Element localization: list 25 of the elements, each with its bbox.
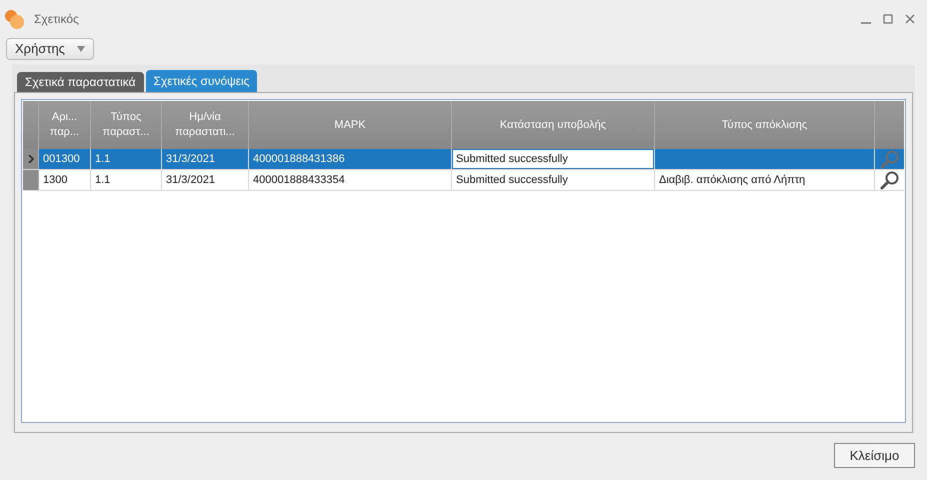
caret-icon xyxy=(76,46,85,52)
table-cell-text: Διαβιβ. απόκλισης από Λήπτη xyxy=(659,172,806,188)
close-icon[interactable] xyxy=(905,14,915,24)
search-icon[interactable] xyxy=(880,170,900,190)
chevron-icon xyxy=(28,155,34,163)
table-cell-text: 1.1 xyxy=(95,152,110,167)
user-dropdown[interactable]: Χρήστης xyxy=(6,38,94,60)
table-cell-text: 400001888433354 xyxy=(253,172,345,188)
close-button[interactable]: Κλείσιμο xyxy=(834,443,915,468)
table-cell-text: Submitted successfully xyxy=(456,172,568,188)
table-cell-text: 400001888431386 xyxy=(253,152,345,167)
table-cell-text: 001300 xyxy=(43,152,80,167)
maximize-icon[interactable] xyxy=(883,14,893,24)
table-row[interactable]: 1300 1.1 31/3/2021 400001888433354 Submitted successfully Διαβιβ. απόκλισης από Λήπτη xyxy=(23,170,904,191)
table-cell-text: 1.1 xyxy=(95,172,110,188)
window-title: Σχετικός xyxy=(34,11,79,28)
table-cell-text: 1300 xyxy=(43,172,68,188)
tab[interactable]: Σχετικά παραστατικά xyxy=(17,72,144,92)
logo-icon xyxy=(4,8,26,30)
table-cell-text: 31/3/2021 xyxy=(166,152,215,167)
table-row[interactable]: 001300 1.1 31/3/2021 400001888431386 Submitted successfully xyxy=(23,149,904,170)
tab[interactable]: Σχετικές συνόψεις xyxy=(146,70,258,92)
table-cell-text: 31/3/2021 xyxy=(166,172,215,188)
table-cell-text: Submitted successfully xyxy=(456,152,568,167)
row-header[interactable] xyxy=(23,149,39,169)
